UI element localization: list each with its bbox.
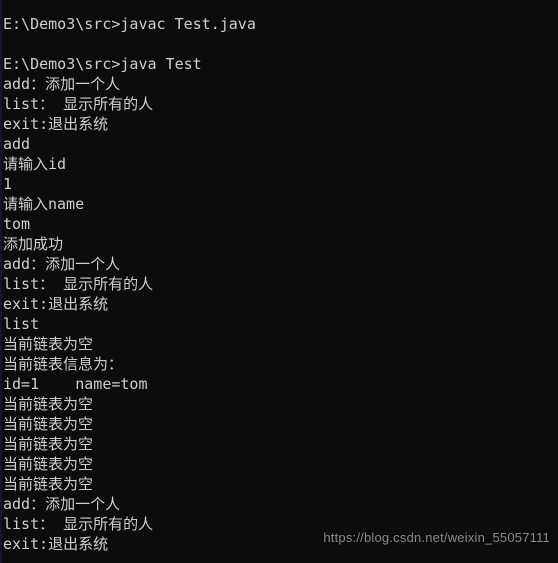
console-line: E:\Demo3\src>javac Test.java (3, 15, 256, 33)
console-output[interactable]: E:\Demo3\src>javac Test.java E:\Demo3\src… (3, 14, 558, 554)
console-line: 当前链表为空 (3, 335, 94, 353)
window-left-edge (0, 0, 2, 563)
console-line: exit:退出系统 (3, 295, 109, 313)
console-line: 请输入id (3, 155, 67, 173)
console-line: list： 显示所有的人 (3, 275, 154, 293)
console-line: 当前链表为空 (3, 455, 94, 473)
console-line: id=1 name=tom (3, 375, 148, 393)
console-line: E:\Demo3\src>java Test (3, 55, 202, 73)
console-line: list： 显示所有的人 (3, 95, 154, 113)
console-line: 当前链表为空 (3, 435, 94, 453)
terminal-window[interactable]: E:\Demo3\src>javac Test.java E:\Demo3\src… (0, 0, 558, 563)
console-line: 添加成功 (3, 235, 64, 253)
console-line: 请输入name (3, 195, 85, 213)
console-line: exit:退出系统 (3, 115, 109, 133)
watermark-url: https://blog.csdn.net/weixin_55057111 (323, 530, 550, 545)
console-line: 当前链表为空 (3, 395, 94, 413)
console-line: add (3, 135, 31, 153)
console-line: add：添加一个人 (3, 75, 121, 93)
console-line: list (3, 315, 40, 333)
console-line: 1 (3, 175, 13, 193)
console-line: tom (3, 215, 31, 233)
console-line: 当前链表信息为： (3, 355, 124, 373)
console-line: 当前链表为空 (3, 475, 94, 493)
console-line: 当前链表为空 (3, 415, 94, 433)
console-line: add：添加一个人 (3, 495, 121, 513)
console-line: add：添加一个人 (3, 255, 121, 273)
